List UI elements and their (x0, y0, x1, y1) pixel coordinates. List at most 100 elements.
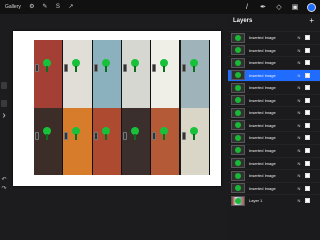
layer-mode[interactable]: N (295, 186, 303, 191)
plant-icon (42, 126, 52, 140)
layer-visibility-checkbox[interactable] (305, 72, 310, 78)
plant-icon (159, 126, 169, 140)
brush-size-slider[interactable] (1, 82, 7, 89)
layer-visibility-checkbox[interactable] (305, 110, 310, 116)
layer-row[interactable]: Layer 1 N (228, 194, 320, 206)
layer-mode[interactable]: N (295, 123, 303, 128)
layer-label: Layer 1 (249, 198, 263, 204)
layer-row[interactable]: Inserted Image N (228, 118, 320, 131)
layer-mode[interactable]: N (295, 60, 303, 65)
layer-row[interactable]: Inserted Image N (228, 169, 320, 181)
layer-row[interactable]: Inserted Image N (228, 106, 320, 118)
layer-mode[interactable]: N (295, 135, 303, 140)
layer-row[interactable]: Inserted Image N (228, 143, 320, 156)
layer-row[interactable]: Inserted Image N (228, 43, 320, 56)
locker-door (92, 40, 122, 108)
layer-row[interactable]: Inserted Image N (228, 68, 320, 81)
wand-icon[interactable]: ✎ (42, 4, 48, 10)
layer-thumbnail (231, 170, 245, 181)
layer-thumbnail (231, 32, 245, 43)
layer-label: Inserted Image (249, 160, 276, 166)
layer-mode[interactable]: N (295, 148, 303, 153)
layer-row[interactable]: Inserted Image N (228, 81, 320, 93)
layer-visibility-checkbox[interactable] (305, 173, 310, 179)
add-layer-button[interactable]: + (309, 17, 314, 25)
layers-title: Layers (233, 18, 253, 24)
layer-label: Inserted Image (249, 185, 276, 191)
locker-door (151, 40, 181, 108)
redo-icon[interactable]: ↷ (1, 186, 7, 192)
layer-thumbnail (231, 57, 245, 68)
plant-icon (189, 126, 199, 140)
locker-handle-icon (152, 64, 157, 72)
layer-thumbnail (231, 70, 245, 81)
layer-row[interactable]: Inserted Image N (228, 156, 320, 169)
layer-mode[interactable]: N (295, 35, 303, 40)
layer-row[interactable]: Inserted Image N (228, 181, 320, 194)
layer-row[interactable]: Inserted Image N (228, 56, 320, 68)
locker-door (34, 40, 64, 108)
layer-visibility-checkbox[interactable] (305, 198, 310, 204)
locker-handle-icon (152, 131, 157, 140)
layer-label: Inserted Image (249, 173, 276, 179)
layer-mode[interactable]: N (295, 98, 303, 103)
locker-handle-icon (93, 131, 98, 140)
layer-row[interactable]: Inserted Image N (228, 131, 320, 143)
layer-visibility-checkbox[interactable] (305, 35, 310, 40)
layer-mode[interactable]: N (295, 85, 303, 90)
gallery-button[interactable]: Gallery (5, 4, 21, 10)
transform-icon[interactable]: ↗ (68, 4, 74, 10)
plant-icon (189, 59, 199, 72)
layer-visibility-checkbox[interactable] (305, 135, 310, 141)
layer-mode[interactable]: N (295, 110, 303, 115)
locker-door (63, 107, 93, 175)
layer-thumbnail (231, 82, 245, 93)
layer-label: Inserted Image (249, 85, 276, 91)
canvas-photo[interactable] (34, 40, 210, 175)
layer-mode[interactable]: N (295, 161, 303, 166)
layer-thumbnail (231, 158, 245, 168)
locker-handle-icon (181, 64, 186, 72)
locker-door (34, 107, 64, 175)
plant-icon (159, 59, 169, 72)
layer-row[interactable]: Inserted Image N (228, 93, 320, 106)
locker-door (180, 40, 210, 108)
sidebar-chevron-icon[interactable]: › (0, 110, 8, 122)
layer-mode[interactable]: N (295, 173, 303, 178)
layer-visibility-checkbox[interactable] (305, 160, 310, 166)
brush-icon[interactable]: / (243, 4, 251, 12)
smudge-icon[interactable]: ✒ (259, 4, 267, 12)
layer-mode[interactable]: N (295, 73, 303, 78)
layer-mode[interactable]: N (295, 48, 303, 53)
top-toolbar: Gallery ⚙ ✎ S ↗ / ✒ ◇ ▣ (0, 0, 320, 14)
undo-icon[interactable]: ↶ (1, 177, 7, 183)
layer-label: Inserted Image (249, 60, 276, 66)
plant-icon (130, 59, 140, 72)
layers-icon[interactable]: ▣ (291, 4, 299, 12)
layer-row[interactable]: Inserted Image N (228, 31, 320, 43)
layer-thumbnail (231, 145, 245, 156)
layer-visibility-checkbox[interactable] (305, 85, 310, 91)
wrench-icon[interactable]: ⚙ (29, 4, 35, 10)
opacity-slider[interactable] (1, 100, 7, 107)
layer-visibility-checkbox[interactable] (305, 47, 310, 53)
selection-icon[interactable]: S (55, 4, 61, 10)
layer-visibility-checkbox[interactable] (305, 60, 310, 66)
locker-handle-icon (35, 131, 39, 140)
layer-label: Inserted Image (249, 135, 276, 141)
layer-visibility-checkbox[interactable] (305, 97, 310, 103)
layer-visibility-checkbox[interactable] (305, 147, 310, 153)
layer-visibility-checkbox[interactable] (305, 122, 310, 128)
layer-thumbnail (231, 45, 245, 56)
eraser-icon[interactable]: ◇ (275, 4, 283, 12)
plant-icon (101, 126, 111, 140)
color-picker-button[interactable] (307, 3, 316, 12)
layer-thumbnail (231, 120, 245, 131)
layer-thumbnail (231, 195, 245, 206)
layer-label: Inserted Image (249, 122, 276, 128)
layer-visibility-checkbox[interactable] (305, 185, 310, 191)
layer-mode[interactable]: N (295, 198, 303, 203)
layer-label: Inserted Image (249, 72, 276, 78)
locker-handle-icon (122, 64, 127, 72)
locker-door (121, 107, 152, 175)
